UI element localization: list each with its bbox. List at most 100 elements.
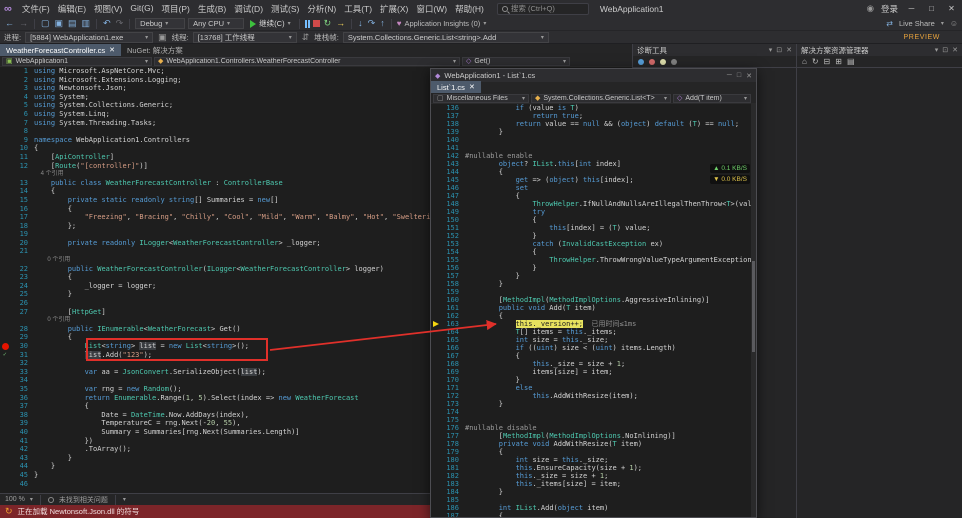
glyph-margin[interactable]	[431, 344, 443, 352]
glyph-margin[interactable]	[0, 445, 12, 454]
glyph-margin[interactable]	[431, 472, 443, 480]
close-button[interactable]: ✕	[945, 4, 958, 13]
glyph-margin[interactable]	[431, 416, 443, 424]
undo-icon[interactable]: ↶	[102, 17, 112, 30]
glyph-margin[interactable]	[431, 336, 443, 344]
code-line[interactable]: 150 {	[431, 216, 751, 224]
glyph-margin[interactable]	[0, 333, 12, 342]
glyph-margin[interactable]	[431, 360, 443, 368]
code-line[interactable]: 146 set	[431, 184, 751, 192]
minimize-button[interactable]: ─	[905, 4, 918, 13]
glyph-margin[interactable]	[0, 247, 12, 256]
glyph-margin[interactable]	[431, 464, 443, 472]
code-line[interactable]: 160 [MethodImpl(MethodImplOptions.Aggres…	[431, 296, 751, 304]
type-dropdown[interactable]: ◆ System.Collections.Generic.List<T> ▾	[531, 94, 671, 103]
glyph-margin[interactable]	[0, 239, 12, 248]
code-line[interactable]: 151 this[index] = (T) value;	[431, 224, 751, 232]
code-line[interactable]: 171 else	[431, 384, 751, 392]
glyph-margin[interactable]	[431, 400, 443, 408]
code-line[interactable]: 164 T[] items = this._items;	[431, 328, 751, 336]
code-line[interactable]: 181 this.EnsureCapacity(size + 1);	[431, 464, 751, 472]
glyph-margin[interactable]	[431, 328, 443, 336]
code-line[interactable]: 166 if ((uint) size < (uint) items.Lengt…	[431, 344, 751, 352]
open-file-icon[interactable]: ▣	[54, 17, 65, 30]
code-line[interactable]: 175	[431, 416, 751, 424]
code-line[interactable]: 162 {	[431, 312, 751, 320]
feedback-icon[interactable]: ☺	[950, 19, 958, 28]
glyph-margin[interactable]	[0, 265, 12, 274]
glyph-margin[interactable]	[431, 240, 443, 248]
code-line[interactable]: 149 try	[431, 208, 751, 216]
window-menu-icon[interactable]: ▾	[935, 46, 939, 54]
glyph-margin[interactable]	[0, 162, 12, 171]
menu-item[interactable]: 测试(S)	[267, 3, 303, 15]
process-dropdown[interactable]: [5884] WebApplication1.exe▾	[25, 32, 153, 43]
glyph-margin[interactable]	[0, 462, 12, 471]
close-icon[interactable]: ✕	[952, 46, 958, 54]
code-line[interactable]: 155 ThrowHelper.ThrowWrongValueTypeArgum…	[431, 256, 751, 264]
glyph-margin[interactable]	[0, 136, 12, 145]
solution-configuration-dropdown[interactable]: Debug▾	[135, 18, 185, 29]
zoom-level[interactable]: 100 %	[5, 496, 25, 503]
glyph-margin[interactable]	[0, 325, 12, 334]
menu-item[interactable]: 扩展(X)	[376, 3, 412, 15]
glyph-margin[interactable]	[0, 308, 12, 317]
glyph-margin[interactable]	[0, 385, 12, 394]
code-line[interactable]: 167 {	[431, 352, 751, 360]
maximize-icon[interactable]: □	[737, 72, 741, 80]
glyph-margin[interactable]	[431, 280, 443, 288]
glyph-margin[interactable]	[0, 402, 12, 411]
glyph-margin[interactable]	[431, 152, 443, 160]
glyph-margin[interactable]	[431, 448, 443, 456]
sign-in-button[interactable]: 登录	[881, 3, 898, 15]
code-line[interactable]: 153 catch (InvalidCastException ex)	[431, 240, 751, 248]
glyph-margin[interactable]	[431, 184, 443, 192]
glyph-margin[interactable]	[0, 299, 12, 308]
code-line[interactable]: 186 int IList.Add(object item)	[431, 504, 751, 512]
code-line[interactable]: 156 }	[431, 264, 751, 272]
glyph-margin[interactable]	[0, 376, 12, 385]
glyph-margin[interactable]	[0, 84, 12, 93]
diagnostics-tool-icon[interactable]	[638, 59, 644, 65]
glyph-margin[interactable]	[431, 480, 443, 488]
code-line[interactable]: 174	[431, 408, 751, 416]
save-icon[interactable]: ▤	[67, 17, 78, 30]
glyph-margin[interactable]	[0, 419, 12, 428]
code-line[interactable]: 187 {	[431, 512, 751, 517]
glyph-margin[interactable]	[0, 282, 12, 291]
glyph-margin[interactable]	[431, 120, 443, 128]
tab-close-icon[interactable]: ✕	[109, 46, 115, 54]
pin-icon[interactable]: ⊡	[776, 46, 782, 54]
glyph-margin[interactable]	[431, 136, 443, 144]
glyph-margin[interactable]	[0, 187, 12, 196]
glyph-margin[interactable]	[0, 290, 12, 299]
glyph-margin[interactable]	[431, 512, 443, 517]
refresh-icon[interactable]: ↻	[812, 57, 819, 66]
member-dropdown[interactable]: ◇ Get() ▾	[462, 57, 570, 66]
glyph-margin[interactable]	[0, 471, 12, 480]
glyph-margin[interactable]	[431, 488, 443, 496]
home-icon[interactable]: ⌂	[802, 57, 807, 66]
glyph-margin[interactable]	[0, 205, 12, 214]
code-line[interactable]: 179 {	[431, 448, 751, 456]
code-line[interactable]: 170 }	[431, 376, 751, 384]
code-line[interactable]: 142#nullable enable	[431, 152, 751, 160]
code-line[interactable]: 140	[431, 136, 751, 144]
code-line[interactable]: 176#nullable disable	[431, 424, 751, 432]
application-insights-dropdown[interactable]: ♥ Application Insights (0) ▾	[397, 19, 487, 28]
glyph-margin[interactable]	[431, 352, 443, 360]
code-line[interactable]: 161 public void Add(T item)	[431, 304, 751, 312]
menu-item[interactable]: Git(G)	[126, 3, 157, 15]
glyph-margin[interactable]	[0, 454, 12, 463]
glyph-margin[interactable]: ✓	[0, 351, 12, 360]
break-all-icon[interactable]	[305, 20, 310, 28]
code-line[interactable]: 165 int size = this._size;	[431, 336, 751, 344]
glyph-margin[interactable]	[431, 304, 443, 312]
glyph-margin[interactable]	[431, 272, 443, 280]
glyph-margin[interactable]	[431, 408, 443, 416]
show-next-statement-icon[interactable]: →	[335, 17, 346, 30]
navigate-forward-icon[interactable]: →	[18, 17, 29, 30]
glyph-margin[interactable]	[431, 456, 443, 464]
diagnostics-tool-icon[interactable]	[649, 59, 655, 65]
code-line[interactable]: 173 }	[431, 400, 751, 408]
